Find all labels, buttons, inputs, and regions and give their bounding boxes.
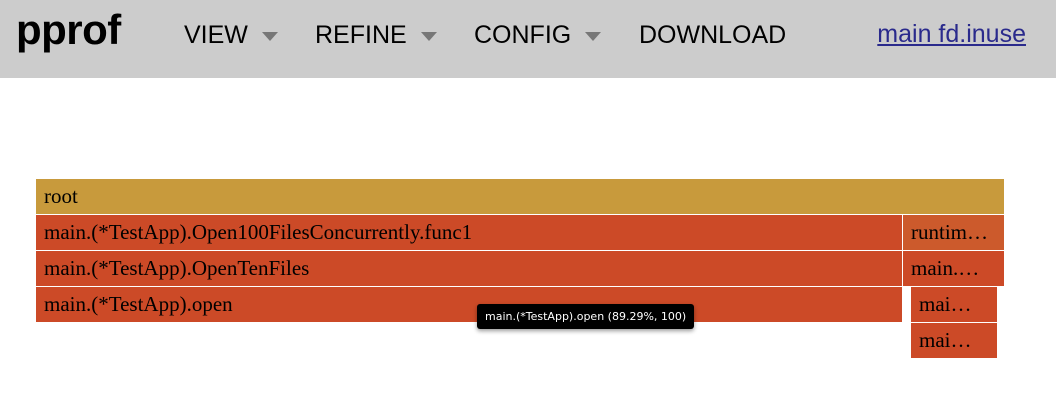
- flame-frame-mai-1[interactable]: mai…: [911, 287, 999, 322]
- flame-frame-open[interactable]: main.(*TestApp).open: [36, 287, 904, 322]
- flame-frame-runtime[interactable]: runtim…: [903, 215, 1006, 250]
- flame-frame-root[interactable]: root: [36, 179, 1006, 214]
- frame-tooltip: main.(*TestApp).open (89.29%, 100): [477, 304, 695, 329]
- flame-graph: root main.(*TestApp).Open100FilesConcurr…: [0, 0, 1056, 410]
- flame-frame-open100files[interactable]: main.(*TestApp).Open100FilesConcurrently…: [36, 215, 904, 250]
- flame-frame-opentenfiles[interactable]: main.(*TestApp).OpenTenFiles: [36, 251, 904, 286]
- flame-frame-main[interactable]: main.…: [903, 251, 1006, 286]
- flame-frame-mai-2[interactable]: mai…: [911, 323, 999, 358]
